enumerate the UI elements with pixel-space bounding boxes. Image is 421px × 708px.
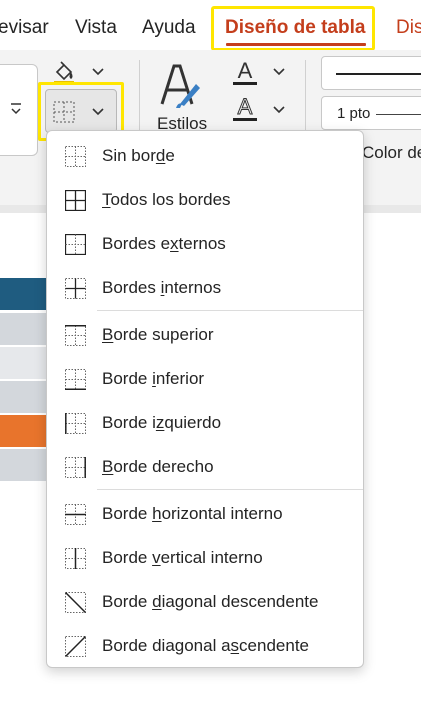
table-header-row[interactable] — [0, 278, 48, 310]
no-border-icon — [65, 146, 86, 167]
text-outline-icon[interactable]: A — [231, 94, 259, 126]
menu-item-label: Borde vertical interno — [102, 548, 263, 567]
table-styles-gallery[interactable] — [0, 64, 38, 156]
inside-horizontal-border-icon — [65, 504, 86, 525]
outside-borders-icon — [65, 234, 86, 255]
menu-item-label: Bordes externos — [102, 234, 226, 253]
table-row[interactable] — [0, 449, 48, 481]
text-fill-icon[interactable]: A — [231, 58, 259, 88]
text-fill-chevron-down-icon[interactable] — [272, 66, 286, 78]
menu-item-label: Borde horizontal interno — [102, 504, 283, 523]
borders-dropdown-menu: Sin borde Todos los bordes Bordes extern… — [46, 130, 364, 668]
menu-item-label: Borde superior — [102, 325, 214, 344]
word-art-styles-icon[interactable] — [158, 60, 204, 110]
menu-item-inside-borders[interactable]: Bordes internos — [47, 266, 363, 310]
pen-weight-dropdown[interactable]: 1 pto — [321, 96, 421, 130]
menu-item-bottom-border[interactable]: Borde inferior — [47, 357, 363, 401]
menu-item-label: Borde derecho — [102, 457, 214, 476]
svg-text:A: A — [238, 94, 253, 119]
menu-item-label: Borde diagonal ascendente — [102, 636, 309, 655]
menu-separator — [97, 489, 363, 490]
tab-ayuda[interactable]: Ayuda — [142, 17, 196, 39]
menu-item-label: Bordes internos — [102, 278, 222, 297]
menu-item-inside-horizontal-border[interactable]: Borde horizontal interno — [47, 492, 363, 536]
all-borders-icon — [65, 190, 86, 211]
table-row[interactable] — [0, 381, 48, 413]
pen-style-line — [336, 73, 421, 75]
text-outline-chevron-down-icon[interactable] — [272, 104, 286, 116]
top-border-icon — [65, 325, 86, 346]
menu-item-diagonal-up-border[interactable]: Borde diagonal ascendente — [47, 624, 363, 668]
menu-item-label: Sin borde — [102, 146, 175, 165]
highlight-box-tab — [211, 6, 375, 51]
table-row[interactable] — [0, 347, 48, 379]
table-row[interactable] — [0, 313, 48, 345]
shading-chevron-down-icon[interactable] — [91, 66, 105, 78]
tab-revisar[interactable]: evisar — [0, 17, 49, 39]
table-row[interactable] — [0, 415, 48, 447]
menu-item-top-border[interactable]: Borde superior — [47, 313, 363, 357]
ribbon-tab-bar: evisar Vista Ayuda Diseño de tabla Dis — [0, 0, 421, 54]
pen-weight-value: 1 pto — [337, 105, 371, 122]
gallery-more-icon[interactable] — [9, 101, 23, 117]
menu-separator — [97, 310, 363, 311]
right-border-icon — [65, 457, 86, 478]
inside-vertical-border-icon — [65, 548, 86, 569]
bottom-border-icon — [65, 369, 86, 390]
pen-style-dropdown[interactable] — [321, 56, 421, 90]
tab-layout[interactable]: Dis — [396, 17, 421, 39]
diagonal-down-border-icon — [65, 592, 86, 613]
inside-borders-icon — [65, 278, 86, 299]
menu-item-label: Borde izquierdo — [102, 413, 222, 432]
menu-item-all-borders[interactable]: Todos los bordes — [47, 178, 363, 222]
diagonal-up-border-icon — [65, 636, 86, 657]
menu-item-right-border[interactable]: Borde derecho — [47, 445, 363, 489]
tab-vista[interactable]: Vista — [75, 17, 117, 39]
pen-weight-line — [376, 114, 421, 115]
menu-item-diagonal-down-border[interactable]: Borde diagonal descendente — [47, 580, 363, 624]
menu-item-label: Borde inferior — [102, 369, 205, 388]
menu-item-no-border[interactable]: Sin borde — [47, 134, 363, 178]
menu-item-label: Todos los bordes — [102, 190, 231, 209]
left-border-icon — [65, 413, 86, 434]
pen-color-label[interactable]: Color de — [362, 143, 421, 163]
menu-item-outside-borders[interactable]: Bordes externos — [47, 222, 363, 266]
menu-item-label: Borde diagonal descendente — [102, 592, 319, 611]
svg-text:A: A — [238, 58, 253, 83]
menu-item-left-border[interactable]: Borde izquierdo — [47, 401, 363, 445]
menu-item-inside-vertical-border[interactable]: Borde vertical interno — [47, 536, 363, 580]
